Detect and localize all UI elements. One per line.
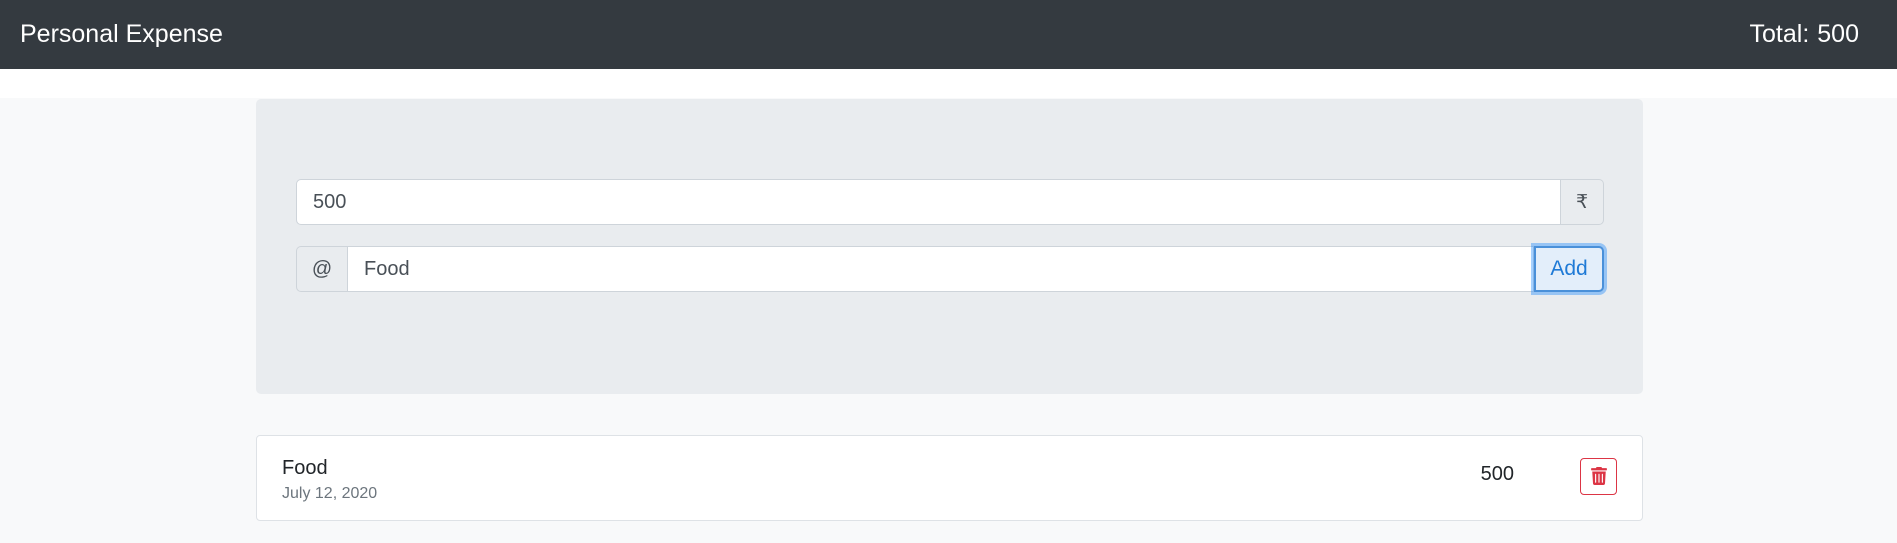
total-label: Total:	[1749, 20, 1810, 48]
description-input-group: @ Add	[296, 246, 1604, 292]
main-container: ₹ @ Add Food July 12, 2020 500	[256, 99, 1643, 521]
total-display: Total: 500	[1750, 20, 1859, 49]
amount-input[interactable]	[296, 179, 1561, 225]
list-item: Food July 12, 2020 500	[257, 436, 1642, 520]
currency-symbol: ₹	[1561, 179, 1604, 225]
expense-form-panel: ₹ @ Add	[256, 99, 1643, 394]
total-value: 500	[1817, 20, 1859, 48]
amount-input-group: ₹	[296, 179, 1604, 225]
navbar: Personal Expense Total: 500	[0, 0, 1897, 69]
expense-amount: 500	[1480, 462, 1514, 485]
add-button[interactable]: Add	[1534, 246, 1604, 292]
expense-list: Food July 12, 2020 500	[256, 435, 1643, 521]
expense-name: Food	[282, 457, 328, 479]
header-spacer	[0, 69, 1897, 98]
trash-icon	[1590, 467, 1607, 485]
at-symbol: @	[296, 246, 347, 292]
delete-button[interactable]	[1580, 457, 1617, 495]
expense-info: Food July 12, 2020	[282, 457, 1481, 503]
description-input[interactable]	[347, 246, 1534, 292]
expense-date: July 12, 2020	[282, 485, 378, 502]
app-title: Personal Expense	[20, 20, 223, 48]
